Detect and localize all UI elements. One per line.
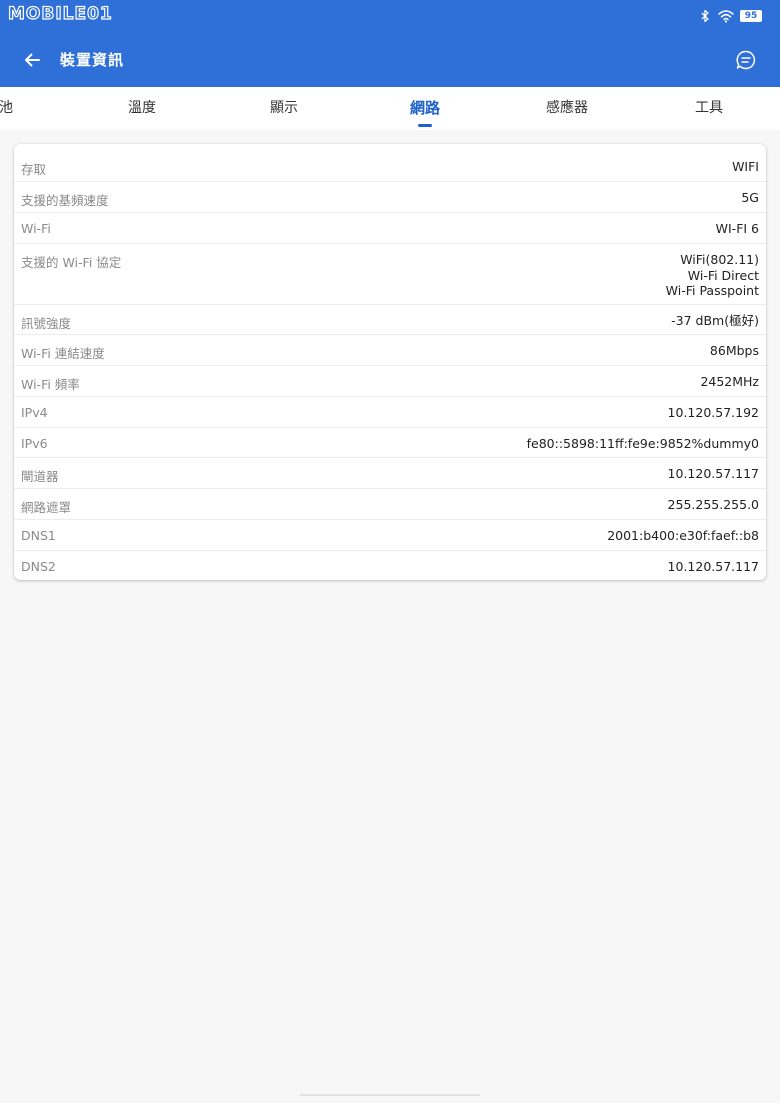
info-row-netmask: 網路遮罩 255.255.255.0 [14, 488, 766, 519]
row-label: DNS1 [21, 528, 56, 543]
value-line: 10.120.57.192 [667, 405, 759, 420]
value-line: WI-FI 6 [715, 221, 759, 236]
chat-bubble-icon [736, 50, 756, 70]
tab-label: 工具 [695, 100, 723, 116]
value-line: 5G [741, 190, 759, 205]
row-value: 10.120.57.117 [668, 559, 759, 575]
info-row-frequency: Wi-Fi 頻率 2452MHz [14, 365, 766, 396]
home-indicator[interactable] [300, 1094, 480, 1096]
row-value: 255.255.255.0 [668, 497, 759, 513]
row-label: Wi-Fi 連結速度 [21, 346, 105, 361]
value-line: Wi-Fi Passpoint [665, 283, 759, 298]
info-row-signal-strength: 訊號強度 -37 dBm(極好) [14, 304, 766, 335]
row-label: 支援的 Wi-Fi 協定 [21, 255, 122, 270]
info-row-dns2: DNS2 10.120.57.117 [14, 550, 766, 580]
tab-bar: 池 溫度 顯示 網路 感應器 工具 [0, 87, 780, 130]
wifi-icon [718, 10, 734, 23]
row-value: WiFi(802.11) Wi-Fi Direct Wi-Fi Passpoin… [666, 252, 759, 299]
back-arrow-icon [25, 53, 40, 67]
row-label: DNS2 [21, 559, 56, 574]
page-title: 裝置資訊 [60, 51, 125, 69]
row-value: fe80::5898:11ff:fe9e:9852%dummy0 [527, 436, 759, 452]
info-row-access: 存取 WIFI [14, 151, 766, 182]
row-value: WI-FI 6 [716, 221, 759, 237]
info-row-wifi: Wi-Fi WI-FI 6 [14, 212, 766, 243]
feedback-button[interactable] [732, 46, 760, 74]
row-value: 2001:b400:e30f:faef::b8 [607, 528, 759, 544]
tab-display[interactable]: 顯示 [270, 87, 298, 130]
info-row-gateway: 閘道器 10.120.57.117 [14, 457, 766, 488]
info-row-baseband-speed: 支援的基頻速度 5G [14, 181, 766, 212]
bluetooth-icon [701, 9, 709, 23]
info-row-ipv6: IPv6 fe80::5898:11ff:fe9e:9852%dummy0 [14, 427, 766, 458]
tab-tools[interactable]: 工具 [695, 87, 723, 130]
info-row-link-speed: Wi-Fi 連結速度 86Mbps [14, 334, 766, 365]
tab-label: 池 [0, 100, 13, 116]
tab-label: 網路 [409, 99, 441, 117]
top-bar: MOBILE01 95 裝置資訊 [0, 0, 780, 87]
info-row-ipv4: IPv4 10.120.57.192 [14, 396, 766, 427]
row-value: 10.120.57.192 [668, 405, 759, 421]
value-line: WIFI [732, 159, 759, 174]
network-info-card: 存取 WIFI 支援的基頻速度 5G Wi-Fi WI-FI 6 支援的 Wi-… [14, 144, 766, 580]
tab-sensors[interactable]: 感應器 [546, 87, 588, 130]
value-line: 10.120.57.117 [667, 559, 759, 574]
value-line: 2001:b400:e30f:faef::b8 [607, 528, 759, 543]
value-line: 255.255.255.0 [667, 497, 759, 512]
value-line: 10.120.57.117 [667, 466, 759, 481]
value-line: 86Mbps [709, 343, 759, 358]
value-line: Wi-Fi Direct [687, 267, 759, 283]
value-line: fe80::5898:11ff:fe9e:9852%dummy0 [526, 436, 759, 451]
row-label: 訊號強度 [21, 316, 72, 331]
tab-battery[interactable]: 池 [0, 87, 13, 130]
row-label: 閘道器 [21, 469, 59, 484]
info-row-wifi-protocols: 支援的 Wi-Fi 協定 WiFi(802.11) Wi-Fi Direct W… [14, 243, 766, 304]
back-button[interactable] [18, 46, 46, 74]
tab-network[interactable]: 網路 [410, 87, 440, 130]
row-label: IPv6 [21, 436, 48, 451]
row-label: Wi-Fi [21, 221, 51, 236]
row-value: 86Mbps [710, 343, 759, 359]
tab-temperature[interactable]: 溫度 [128, 87, 156, 130]
row-value: 2452MHz [700, 374, 759, 390]
tab-label: 感應器 [546, 100, 588, 116]
row-label: 網路遮罩 [21, 500, 72, 515]
tab-label: 溫度 [128, 100, 156, 116]
row-label: Wi-Fi 頻率 [21, 377, 80, 392]
row-value: WIFI [732, 159, 759, 175]
row-label: 存取 [21, 162, 47, 177]
row-value: 10.120.57.117 [668, 466, 759, 482]
status-bar: MOBILE01 95 [0, 0, 780, 34]
tab-label: 顯示 [270, 100, 298, 116]
info-row-dns1: DNS1 2001:b400:e30f:faef::b8 [14, 519, 766, 550]
battery-icon: 95 [740, 10, 762, 22]
value-line: WiFi(802.11) [680, 252, 759, 267]
value-line: 2452MHz [700, 374, 759, 389]
active-tab-indicator [417, 124, 432, 127]
row-label: IPv4 [21, 405, 48, 420]
row-value: -37 dBm(極好) [671, 313, 759, 329]
watermark-logo: MOBILE01 [7, 3, 113, 24]
status-icons: 95 [698, 8, 762, 24]
row-value: 5G [741, 190, 759, 206]
row-label: 支援的基頻速度 [21, 193, 109, 208]
value-line: -37 dBm(極好) [671, 313, 759, 328]
app-bar: 裝置資訊 [0, 38, 780, 82]
